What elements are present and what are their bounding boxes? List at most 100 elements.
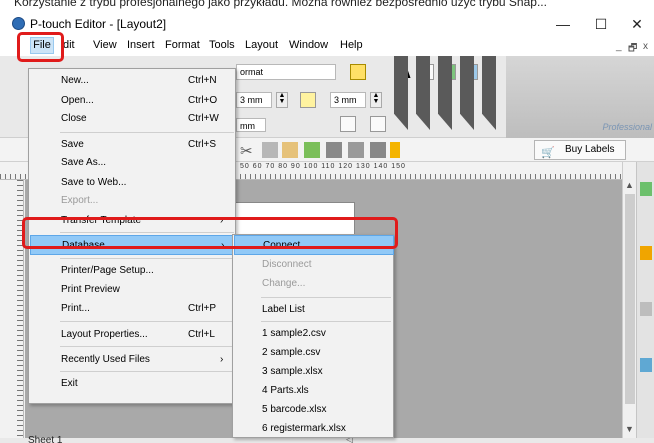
copy-icon[interactable] xyxy=(262,142,278,158)
app-window: P-touch Editor - [Layout2] — ☐ ✕ File di… xyxy=(0,12,654,443)
menu-item-label: Print Preview xyxy=(61,284,120,295)
menu-item-label: Save to Web... xyxy=(61,177,127,188)
shortcut-label: Ctrl+O xyxy=(188,95,218,106)
margin-left-spinner-icon[interactable]: ▲ ▼ xyxy=(276,92,288,108)
minimize-button[interactable]: — xyxy=(548,14,578,34)
menu-view[interactable]: View xyxy=(93,39,117,51)
menu-item-label: Transfer Template xyxy=(61,215,142,226)
menu-item-label: New... xyxy=(61,75,89,86)
maximize-button[interactable]: ☐ xyxy=(586,14,616,34)
palette-tab-3[interactable] xyxy=(438,56,452,130)
recent-db-file[interactable]: 2 sample.csv xyxy=(234,343,394,363)
menu-item-label: Save xyxy=(61,139,84,150)
shortcut-label: Ctrl+W xyxy=(188,113,219,124)
submenu-arrow-icon: › xyxy=(220,215,224,226)
menu-separator xyxy=(60,232,234,233)
menu-item-save[interactable]: Save Ctrl+S xyxy=(30,135,236,155)
menu-item-database[interactable]: Database › xyxy=(30,235,236,255)
menu-item-export: Export... xyxy=(30,191,236,211)
menu-separator xyxy=(261,297,391,298)
text-frame-icon[interactable] xyxy=(370,116,386,132)
margin-right-field[interactable]: 3 mm xyxy=(330,92,366,108)
vertical-scrollbar[interactable]: ▲ ▼ xyxy=(622,162,636,438)
menu-layout[interactable]: Layout xyxy=(245,39,278,51)
professional-label: Professional xyxy=(602,122,652,132)
recent-db-file[interactable]: 3 sample.xlsx xyxy=(234,362,394,382)
side-tool-icon-4[interactable] xyxy=(640,358,652,372)
menu-edit[interactable]: dit xyxy=(63,39,75,51)
zoom-fit-icon[interactable] xyxy=(300,92,316,108)
side-panel xyxy=(636,162,654,438)
menu-item-save-to-web[interactable]: Save to Web... xyxy=(30,173,236,193)
menu-item-layout-properties[interactable]: Layout Properties... Ctrl+L xyxy=(30,325,236,345)
side-tool-icon-3[interactable] xyxy=(640,302,652,316)
list-icon[interactable] xyxy=(370,142,386,158)
paste-icon[interactable] xyxy=(282,142,298,158)
buy-labels-label: Buy Labels xyxy=(565,144,615,155)
menu-item-printer-setup[interactable]: Printer/Page Setup... xyxy=(30,261,236,281)
highlight-icon[interactable] xyxy=(350,64,366,80)
scroll-down-icon[interactable]: ▼ xyxy=(625,424,634,434)
menu-item-print-preview[interactable]: Print Preview xyxy=(30,280,236,300)
redo-icon[interactable] xyxy=(326,142,342,158)
menu-format[interactable]: Format xyxy=(165,39,200,51)
scroll-up-icon[interactable]: ▲ xyxy=(625,180,634,190)
menu-item-label: Recently Used Files xyxy=(61,354,150,365)
text-align-icon[interactable] xyxy=(340,116,356,132)
menu-item-save-as[interactable]: Save As... xyxy=(30,153,236,173)
margin-right-spinner-icon[interactable]: ▲ ▼ xyxy=(370,92,382,108)
scroll-thumb[interactable] xyxy=(625,194,635,404)
menu-window[interactable]: Window xyxy=(289,39,328,51)
menu-separator xyxy=(60,321,234,322)
palette-tab-5[interactable] xyxy=(482,56,496,130)
palette-tab-4[interactable] xyxy=(460,56,474,130)
menu-item-label: Exit xyxy=(61,378,78,389)
menu-file[interactable]: File xyxy=(30,37,54,54)
object-icon[interactable] xyxy=(348,142,364,158)
buy-labels-button[interactable]: 🛒 Buy Labels xyxy=(534,140,626,160)
close-button[interactable]: ✕ xyxy=(622,14,652,34)
menu-separator xyxy=(60,132,234,133)
recent-db-file[interactable]: 5 barcode.xlsx xyxy=(234,400,394,420)
menu-item-recent-files[interactable]: Recently Used Files › xyxy=(30,350,236,370)
side-tool-icon-2[interactable] xyxy=(640,246,652,260)
side-tool-icon-1[interactable] xyxy=(640,182,652,196)
mdi-minimize-button[interactable]: _ xyxy=(616,41,622,52)
undo-icon[interactable] xyxy=(304,142,320,158)
database-submenu: Connect... Disconnect Change... Label Li… xyxy=(232,234,394,438)
file-menu: New... Ctrl+N Open... Ctrl+O Close Ctrl+… xyxy=(28,68,236,404)
menu-help[interactable]: Help xyxy=(340,39,363,51)
menu-insert[interactable]: Insert xyxy=(127,39,155,51)
format-dropdown[interactable]: ormat xyxy=(236,64,336,80)
palette-tab-2[interactable] xyxy=(416,56,430,130)
menu-item-label: Printer/Page Setup... xyxy=(61,265,154,276)
menu-item-label: Save As... xyxy=(61,157,107,168)
menu-item-label: Layout Properties... xyxy=(61,329,148,340)
menu-item-label-list[interactable]: Label List xyxy=(234,300,394,320)
sheet-tab[interactable]: Sheet 1 xyxy=(28,435,62,443)
recent-db-file[interactable]: 6 registermark.xlsx xyxy=(234,419,394,439)
recent-db-file[interactable]: 1 sample2.csv xyxy=(234,324,394,344)
shortcut-label: Ctrl+S xyxy=(188,139,217,150)
ruler-numbers: 50 60 70 80 90 100 110 120 130 140 150 xyxy=(240,163,406,170)
mdi-close-button[interactable]: x xyxy=(643,41,648,52)
menu-item-print[interactable]: Print... Ctrl+P xyxy=(30,299,236,319)
cart-icon: 🛒 xyxy=(541,147,555,159)
menu-item-transfer-template[interactable]: Transfer Template › xyxy=(30,211,236,231)
menu-item-new[interactable]: New... Ctrl+N xyxy=(30,71,236,91)
page-caption: Korzystanie z trybu profesjonalnego jako… xyxy=(0,0,654,12)
menu-separator xyxy=(261,321,391,322)
menu-item-exit[interactable]: Exit xyxy=(30,374,236,394)
recent-db-file[interactable]: 4 Parts.xls xyxy=(234,381,394,401)
margin-left-field[interactable]: 3 mm xyxy=(236,92,272,108)
menu-item-open[interactable]: Open... Ctrl+O xyxy=(30,91,236,111)
menu-tools[interactable]: Tools xyxy=(209,39,235,51)
shortcut-label: Ctrl+P xyxy=(188,303,217,314)
menu-item-connect[interactable]: Connect... xyxy=(234,235,394,255)
window-title: P-touch Editor - [Layout2] xyxy=(30,17,167,31)
length-field[interactable]: mm xyxy=(236,118,266,132)
battery-icon[interactable] xyxy=(390,142,400,158)
palette-tab-1[interactable] xyxy=(394,56,408,130)
menu-item-close[interactable]: Close Ctrl+W xyxy=(30,109,236,129)
cut-icon[interactable]: ✂ xyxy=(240,142,256,160)
